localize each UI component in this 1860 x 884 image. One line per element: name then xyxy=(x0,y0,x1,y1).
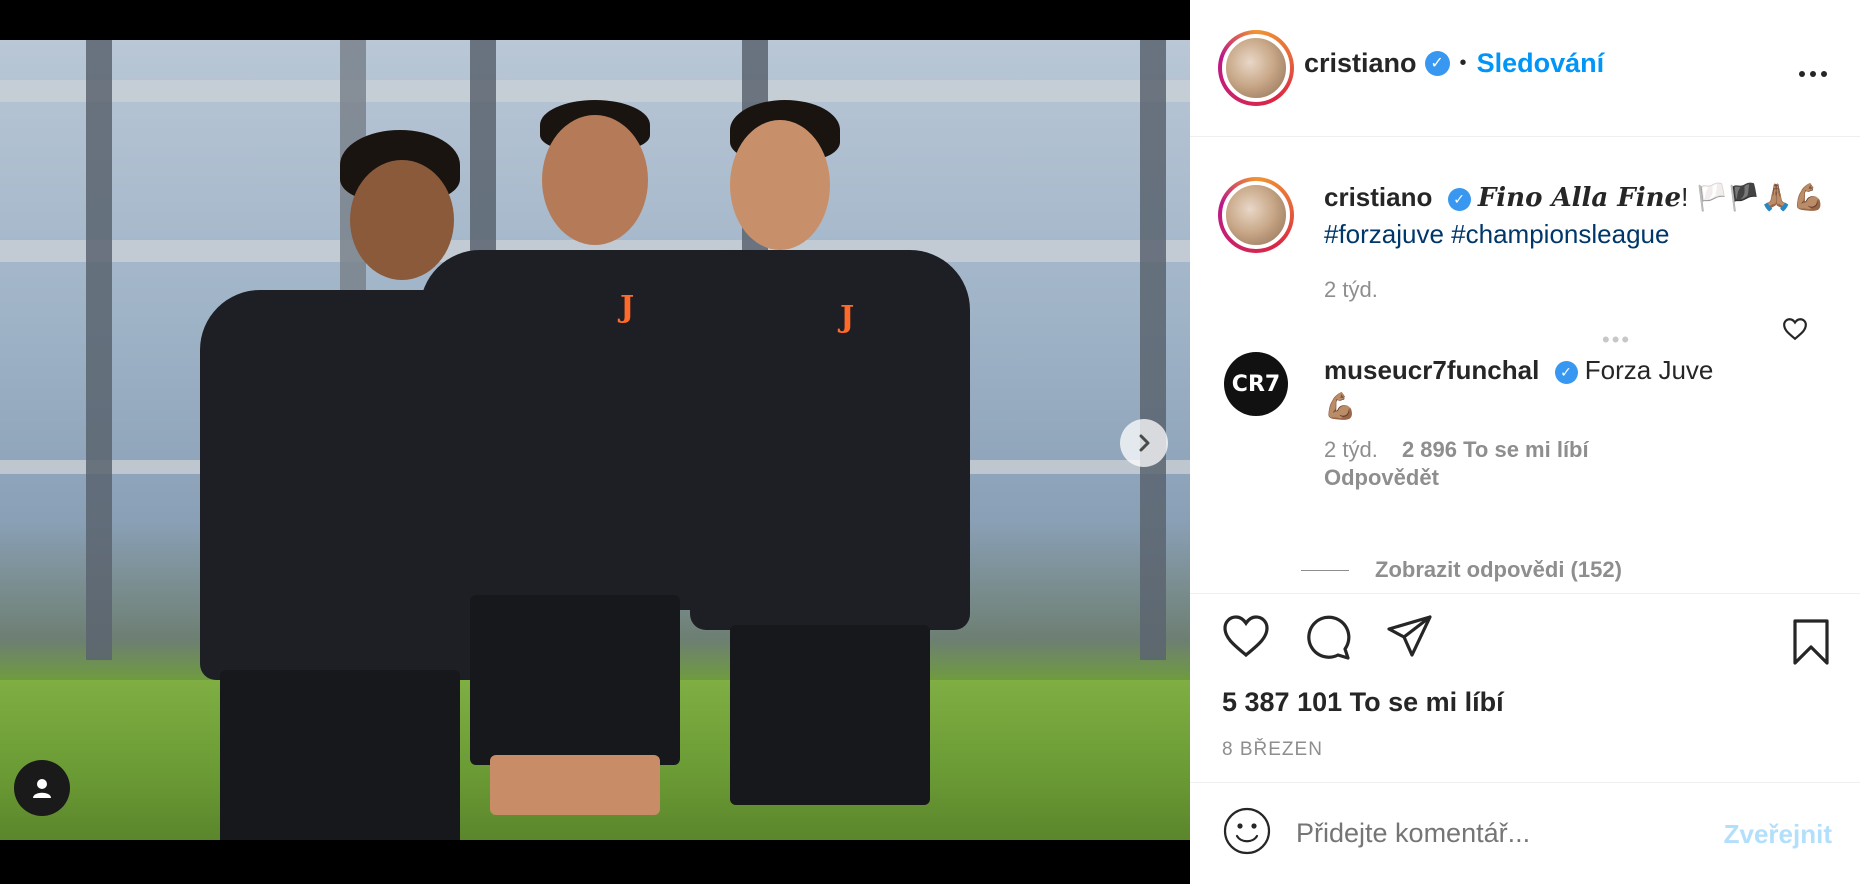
smiley-face-icon xyxy=(1223,807,1271,855)
share-button[interactable] xyxy=(1386,614,1434,660)
comment-likes[interactable]: 2 896 To se mi líbí xyxy=(1402,437,1589,462)
comment-age: 2 týd. xyxy=(1324,437,1378,462)
more-options-button[interactable] xyxy=(1798,52,1828,86)
verified-badge-icon: ✓ xyxy=(1424,50,1450,76)
comment-input[interactable] xyxy=(1296,818,1696,849)
commenter-avatar[interactable]: CR7 xyxy=(1224,352,1288,416)
comment-item: CR7 museucr7funchal ✓ Forza Juve 💪🏽 2 tý… xyxy=(1218,352,1713,492)
verified-badge-icon: ✓ xyxy=(1554,360,1578,384)
caption-emoji: ! 🏳️🏴🙏🏽💪🏽 xyxy=(1681,182,1826,212)
view-replies-label[interactable]: Zobrazit odpovědi (152) xyxy=(1375,557,1622,583)
post-date[interactable]: 8 BŘEZEN xyxy=(1222,739,1323,761)
heart-icon xyxy=(1223,615,1269,658)
caption-username[interactable]: cristiano xyxy=(1324,182,1432,212)
author-avatar[interactable] xyxy=(1218,30,1294,106)
paper-plane-icon xyxy=(1387,615,1432,657)
commenter-username[interactable]: museucr7funchal xyxy=(1324,355,1539,385)
comment-button[interactable] xyxy=(1304,614,1352,660)
view-replies-button[interactable]: Zobrazit odpovědi (152) xyxy=(1301,557,1622,583)
caption-age: 2 týd. xyxy=(1324,277,1378,302)
caption-hashtags[interactable]: #forzajuve #championsleague xyxy=(1324,216,1825,252)
verified-badge-icon: ✓ xyxy=(1447,187,1471,211)
post-photo[interactable]: J J J xyxy=(0,40,1190,840)
post-media: J J J xyxy=(0,0,1190,884)
emoji-button[interactable] xyxy=(1222,806,1272,861)
caption: cristiano ✓ Fino Alla Fine! 🏳️🏴🙏🏽💪🏽 #for… xyxy=(1218,177,1825,308)
comment-bubble-icon xyxy=(1307,615,1351,660)
author-username[interactable]: cristiano xyxy=(1304,48,1417,79)
user-tag-icon xyxy=(33,779,51,798)
like-button[interactable] xyxy=(1222,614,1270,660)
carousel-next-button[interactable] xyxy=(1120,419,1168,467)
replies-divider xyxy=(1301,569,1349,571)
post-actions: 5 387 101 To se mi líbí 8 BŘEZEN xyxy=(1190,593,1860,783)
post-comment-button[interactable]: Zveřejnit xyxy=(1724,819,1832,850)
comment-like-button[interactable] xyxy=(1782,317,1808,348)
comment-options-icon[interactable]: ••• xyxy=(1602,327,1631,353)
user-tag-button[interactable] xyxy=(14,760,70,816)
reply-button[interactable]: Odpovědět xyxy=(1324,465,1439,490)
save-button[interactable] xyxy=(1790,618,1832,666)
chevron-right-icon xyxy=(1139,434,1150,452)
post-header: cristiano ✓ • Sledování xyxy=(1190,0,1860,137)
post-panel: cristiano ✓ • Sledování cristiano ✓ Fino… xyxy=(1190,0,1860,884)
caption-avatar[interactable] xyxy=(1218,177,1294,253)
bookmark-icon xyxy=(1793,619,1829,665)
likes-count[interactable]: 5 387 101 To se mi líbí xyxy=(1222,687,1504,718)
heart-icon xyxy=(1783,318,1807,341)
more-horizontal-icon xyxy=(1799,71,1827,77)
comments-section: cristiano ✓ Fino Alla Fine! 🏳️🏴🙏🏽💪🏽 #for… xyxy=(1190,137,1860,593)
caption-script-text: Fino Alla Fine xyxy=(1477,183,1682,213)
comment-text: Forza Juve xyxy=(1584,355,1714,385)
add-comment-bar: Zveřejnit xyxy=(1190,783,1860,884)
header-separator: • xyxy=(1459,51,1467,74)
comment-emoji: 💪🏽 xyxy=(1324,391,1357,421)
follow-button[interactable]: Sledování xyxy=(1477,48,1605,79)
